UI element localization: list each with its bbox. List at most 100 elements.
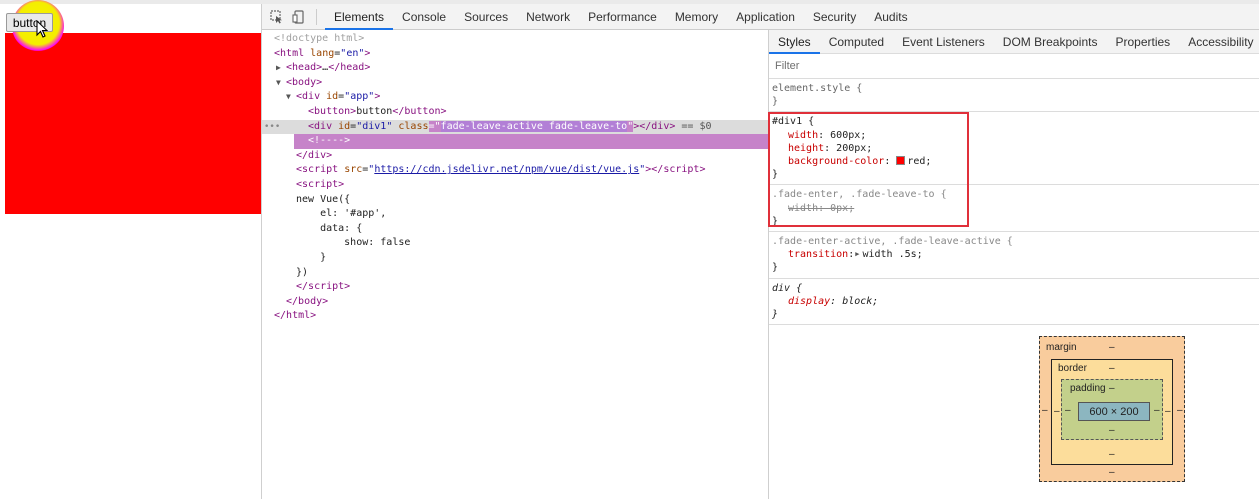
- dom-div-app-close[interactable]: </div>: [262, 149, 768, 164]
- border-top-value[interactable]: –: [1109, 363, 1115, 374]
- tab-accessibility[interactable]: Accessibility: [1179, 30, 1259, 54]
- dom-doctype[interactable]: <!doctype html>: [262, 32, 768, 47]
- tab-memory[interactable]: Memory: [666, 4, 727, 30]
- decl-background-color[interactable]: background-color: red;: [772, 155, 1255, 168]
- dom-div-app-node[interactable]: ▼ <div id="app">: [262, 90, 768, 105]
- rule-div-user-agent[interactable]: div {display: block;}: [769, 279, 1259, 326]
- expanded-triangle-icon[interactable]: ▼: [276, 76, 286, 91]
- color-swatch-icon[interactable]: [896, 156, 906, 166]
- dom-script-inline-node[interactable]: <script>: [262, 178, 768, 193]
- styles-pane: Styles Computed Event Listeners DOM Brea…: [769, 30, 1259, 499]
- html-tag: html: [280, 47, 305, 59]
- tab-styles[interactable]: Styles: [769, 30, 820, 54]
- dom-script-src-node[interactable]: <script src="https://cdn.jsdelivr.net/np…: [262, 163, 768, 178]
- padding-left-value[interactable]: –: [1065, 405, 1071, 416]
- inspect-element-icon[interactable]: [266, 6, 288, 28]
- rule-selector: #div1 {: [772, 116, 815, 128]
- tab-properties[interactable]: Properties: [1106, 30, 1179, 54]
- attr-id: id: [326, 91, 339, 103]
- attr-id: id: [338, 120, 351, 132]
- margin-right-value[interactable]: –: [1177, 405, 1183, 416]
- rule-close-brace: }: [772, 96, 779, 108]
- padding-label: padding: [1070, 383, 1106, 394]
- dom-div1-node-selected[interactable]: ••• <div id="div1" class="fade-leave-acti…: [262, 119, 768, 135]
- styles-filter-input[interactable]: [775, 60, 1075, 72]
- box-model-padding[interactable]: padding – – – – 600 × 200: [1061, 379, 1163, 440]
- border-right-value[interactable]: –: [1165, 406, 1171, 417]
- dom-button-node[interactable]: <button>button</button>: [262, 105, 768, 120]
- box-model-margin[interactable]: margin – – – – border – – – – padding – …: [1039, 336, 1185, 482]
- tab-elements[interactable]: Elements: [325, 4, 394, 30]
- script-tag: script: [302, 164, 339, 176]
- rule-element-style[interactable]: element.style {}: [769, 79, 1259, 113]
- decl-width[interactable]: width: 600px;: [772, 129, 1255, 142]
- js-line[interactable]: el: '#app',: [262, 207, 768, 222]
- rule-selector-text: .fade-enter, .fade-leave-to {: [772, 189, 947, 201]
- div1-tag: div: [314, 120, 333, 132]
- js-line[interactable]: new Vue({: [262, 193, 768, 208]
- dom-html-close[interactable]: </html>: [262, 309, 768, 324]
- body-tag: body: [292, 76, 317, 88]
- filter-row: [769, 54, 1259, 79]
- rule-selector: element.style {: [772, 83, 863, 94]
- head-close-tag: head: [340, 62, 365, 74]
- tab-security[interactable]: Security: [804, 4, 865, 30]
- tab-performance[interactable]: Performance: [579, 4, 666, 30]
- box-model-border[interactable]: border – – – – padding – – – – 600 × 200: [1051, 359, 1173, 465]
- prop-name: transition: [788, 249, 849, 261]
- padding-bottom-value[interactable]: –: [1109, 425, 1115, 436]
- border-label: border: [1058, 363, 1087, 374]
- js-line[interactable]: }: [262, 251, 768, 266]
- margin-left-value[interactable]: –: [1042, 405, 1048, 416]
- js-line[interactable]: }): [262, 266, 768, 281]
- dom-body-close[interactable]: </body>: [262, 295, 768, 310]
- attr-lang-value: en: [346, 47, 359, 59]
- expanded-triangle-icon[interactable]: ▼: [286, 90, 296, 105]
- tab-console[interactable]: Console: [393, 4, 455, 30]
- div-close-tag: div: [308, 149, 327, 161]
- tab-dom-breakpoints[interactable]: DOM Breakpoints: [994, 30, 1107, 54]
- tab-event-listeners[interactable]: Event Listeners: [893, 30, 994, 54]
- dom-comment-node[interactable]: <!---->: [262, 134, 768, 149]
- border-left-value[interactable]: –: [1054, 406, 1060, 417]
- attr-lang: lang: [310, 47, 335, 59]
- dom-script-close[interactable]: </script>: [262, 280, 768, 295]
- rule-div1[interactable]: #div1 {width: 600px; height: 200px; backgr…: [769, 112, 1259, 186]
- div1-close-tag: div: [651, 120, 670, 132]
- box-model-content-size[interactable]: 600 × 200: [1078, 402, 1150, 421]
- decl-width-overridden[interactable]: width: 0px;: [772, 202, 1255, 215]
- script-close-tag: script: [308, 281, 345, 293]
- tab-application[interactable]: Application: [727, 4, 804, 30]
- decl-transition[interactable]: transition:▶ width .5s;: [772, 248, 1255, 261]
- decl-height[interactable]: height: 200px;: [772, 142, 1255, 155]
- js-line[interactable]: data: {: [262, 222, 768, 237]
- device-toolbar-icon[interactable]: [288, 6, 310, 28]
- tab-computed[interactable]: Computed: [820, 30, 893, 54]
- decl-display[interactable]: display: block;: [772, 295, 1255, 308]
- dom-head-node[interactable]: ▶ <head>…</head>: [262, 61, 768, 76]
- border-bottom-value[interactable]: –: [1109, 449, 1115, 460]
- collapsed-triangle-icon[interactable]: ▶: [276, 61, 286, 76]
- dom-body-node[interactable]: ▼ <body>: [262, 76, 768, 91]
- rule-fade-enter[interactable]: .fade-enter, .fade-leave-to {width: 0px;…: [769, 185, 1259, 233]
- dom-html-node[interactable]: <html lang="en">: [262, 47, 768, 62]
- margin-top-value[interactable]: –: [1109, 342, 1115, 353]
- rule-fade-active[interactable]: .fade-enter-active, .fade-leave-active {…: [769, 232, 1259, 279]
- button-tag: button: [314, 106, 351, 117]
- prop-name: height: [788, 142, 825, 154]
- js-line[interactable]: show: false: [262, 236, 768, 251]
- attr-class: class: [398, 120, 429, 132]
- doctype-text: <!doctype html>: [274, 33, 365, 44]
- expand-triangle-icon[interactable]: ▶: [855, 248, 859, 261]
- tab-audits[interactable]: Audits: [865, 4, 916, 30]
- prop-name: width: [788, 129, 819, 141]
- padding-top-value[interactable]: –: [1109, 383, 1115, 394]
- script-src-link[interactable]: https://cdn.jsdelivr.net/npm/vue/dist/vu…: [374, 164, 639, 175]
- rule-close-brace: }: [772, 215, 779, 227]
- tab-network[interactable]: Network: [517, 4, 579, 30]
- more-options-icon[interactable]: •••: [264, 120, 280, 135]
- padding-right-value[interactable]: –: [1154, 405, 1160, 416]
- attr-class-value-highlighted[interactable]: fade-leave-active fade-leave-to: [440, 120, 628, 132]
- margin-bottom-value[interactable]: –: [1109, 467, 1115, 478]
- tab-sources[interactable]: Sources: [455, 4, 517, 30]
